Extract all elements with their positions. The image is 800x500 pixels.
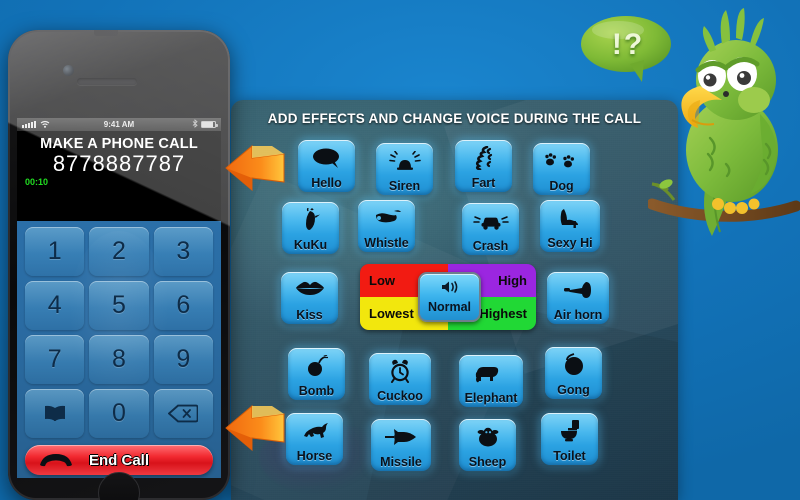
effect-button-siren[interactable]: Siren	[376, 143, 433, 195]
effect-button-sheep[interactable]: Sheep	[459, 419, 516, 471]
siren-icon	[376, 143, 433, 180]
bird-icon	[282, 202, 339, 239]
effect-button-kuku[interactable]: KuKu	[282, 202, 339, 254]
key-3[interactable]: 3	[153, 227, 213, 276]
key-5[interactable]: 5	[89, 281, 149, 330]
effect-label: Elephant	[464, 390, 518, 405]
effect-button-hello[interactable]: Hello	[298, 140, 355, 192]
backspace-icon[interactable]	[153, 389, 213, 438]
effect-button-missile[interactable]: Missile	[371, 419, 431, 471]
phone-screen: 9:41 AM MAKE A PHONE CALL 8778887787 00:…	[17, 118, 221, 478]
alarm-clock-icon	[369, 353, 431, 390]
bomb-icon	[288, 348, 345, 385]
lips-icon	[281, 272, 338, 309]
effect-button-kiss[interactable]: Kiss	[281, 272, 338, 324]
effect-label: Whistle	[364, 235, 409, 250]
key-4[interactable]: 4	[25, 281, 85, 330]
toilet-icon	[541, 413, 598, 450]
contacts-book-icon[interactable]	[25, 389, 85, 438]
effect-label: Gong	[557, 382, 590, 397]
high-heel-icon	[540, 200, 600, 237]
effect-button-sexy-hi[interactable]: Sexy Hi	[540, 200, 600, 252]
effect-label: Kiss	[296, 307, 323, 322]
effect-label: Air horn	[553, 307, 603, 322]
front-camera-icon	[63, 65, 74, 76]
effect-label: Crash	[472, 238, 509, 253]
effect-label: Sheep	[468, 454, 507, 469]
air-horn-icon	[547, 272, 609, 309]
key-1[interactable]: 1	[25, 227, 85, 276]
effect-label: Bomb	[298, 383, 335, 398]
sheep-icon	[459, 419, 516, 456]
effect-label: Hello	[311, 175, 342, 190]
iphone-device: 9:41 AM MAKE A PHONE CALL 8778887787 00:…	[8, 30, 230, 500]
key-7[interactable]: 7	[25, 335, 85, 384]
effect-label: Siren	[388, 178, 421, 193]
arrow-bottom	[222, 400, 294, 461]
effect-label: Horse	[296, 448, 333, 463]
panel-title: ADD EFFECTS AND CHANGE VOICE DURING THE …	[267, 111, 642, 126]
call-number-display: 8778887787	[52, 151, 186, 176]
status-bar: 9:41 AM	[17, 118, 221, 131]
effect-button-horse[interactable]: Horse	[286, 413, 343, 465]
dial-keypad[interactable]: 1 2 3 4 5 6 7 8 9 0	[25, 227, 213, 438]
effect-label: Toilet	[553, 448, 586, 463]
effect-button-bomb[interactable]: Bomb	[288, 348, 345, 400]
earpiece-speaker-icon	[77, 78, 137, 85]
effect-button-whistle[interactable]: Whistle	[358, 200, 415, 252]
pitch-option-normal[interactable]: Normal	[418, 272, 481, 322]
missile-icon	[371, 419, 431, 456]
effect-label: Fart	[471, 175, 496, 190]
end-call-label: End Call	[88, 451, 149, 469]
pitch-normal-label: Normal	[427, 300, 472, 314]
effect-button-gong[interactable]: Gong	[545, 347, 602, 399]
horse-icon	[286, 413, 343, 450]
effect-label: KuKu	[293, 237, 328, 252]
effect-button-toilet[interactable]: Toilet	[541, 413, 598, 465]
elephant-icon	[459, 355, 523, 392]
effect-label: Cuckoo	[377, 388, 423, 403]
key-9[interactable]: 9	[153, 335, 213, 384]
speech-bubble-icon	[298, 140, 355, 177]
gong-icon	[545, 347, 602, 384]
key-0[interactable]: 0	[89, 389, 149, 438]
effect-button-cuckoo[interactable]: Cuckoo	[369, 353, 431, 405]
effect-button-air-horn[interactable]: Air horn	[547, 272, 609, 324]
keypad-area: 1 2 3 4 5 6 7 8 9 0 End Call	[17, 221, 221, 478]
call-screen-title: MAKE A PHONE CALL	[40, 136, 198, 152]
effect-label: Dog	[549, 178, 574, 193]
fart-cloud-icon	[455, 140, 512, 177]
effect-button-fart[interactable]: Fart	[455, 140, 512, 192]
proximity-sensor-icon	[94, 30, 118, 36]
call-timer: 00:10	[25, 177, 49, 187]
effect-button-crash[interactable]: Crash	[462, 203, 519, 255]
key-2[interactable]: 2	[89, 227, 149, 276]
paw-prints-icon	[533, 143, 590, 180]
end-call-button[interactable]: End Call	[25, 445, 213, 475]
whistle-icon	[358, 200, 415, 237]
effect-label: Missile	[380, 454, 422, 469]
effect-button-dog[interactable]: Dog	[533, 143, 590, 195]
key-6[interactable]: 6	[153, 281, 213, 330]
status-clock: 9:41 AM	[103, 120, 135, 129]
key-8[interactable]: 8	[89, 335, 149, 384]
effect-label: Sexy Hi	[547, 235, 593, 250]
speaker-volume-icon	[440, 280, 460, 299]
parrot-mascot	[646, 8, 800, 243]
car-crash-icon	[462, 203, 519, 240]
battery-icon	[201, 121, 218, 128]
effect-button-elephant[interactable]: Elephant	[459, 355, 523, 407]
arrow-top	[222, 140, 294, 201]
handset-icon	[39, 453, 73, 472]
